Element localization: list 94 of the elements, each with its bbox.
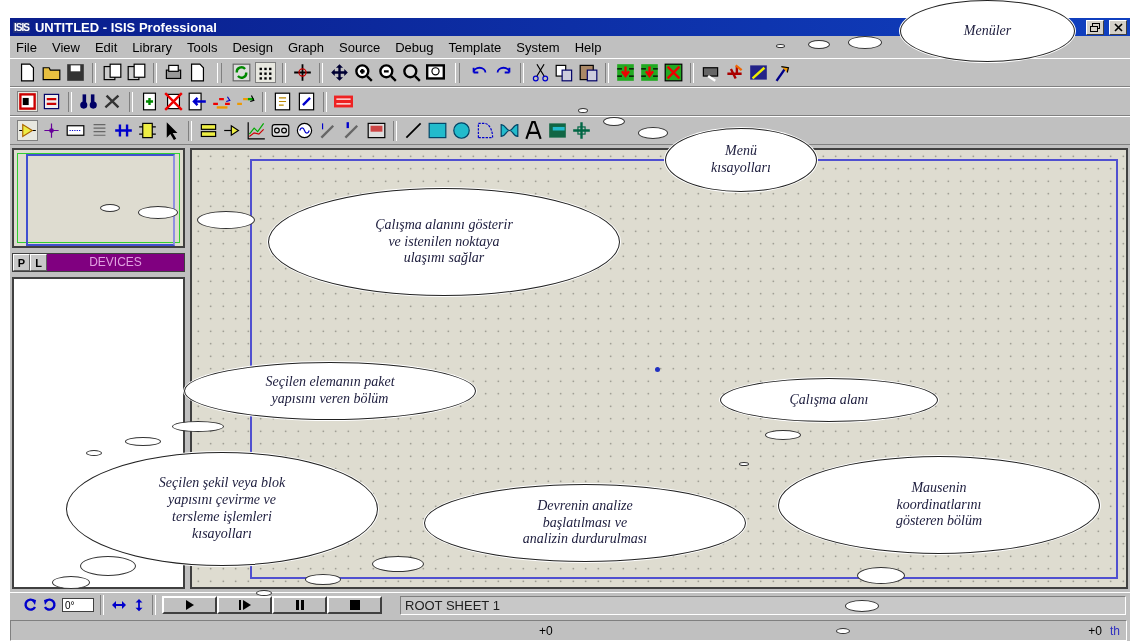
menu-item[interactable]: Debug [395,39,434,55]
y-coordinate: +0 [1088,623,1102,638]
instrument-icon[interactable] [367,121,386,140]
crosshair-icon[interactable] [293,63,312,82]
terminal-icon[interactable] [199,121,218,140]
menu-item[interactable]: System [516,39,560,55]
origin-marker [655,367,660,372]
report-icon[interactable] [297,92,316,111]
symbol-icon[interactable] [548,121,567,140]
menu-item[interactable]: Tools [187,39,218,55]
stop-icon [349,600,360,610]
zoom-area-icon[interactable] [426,63,445,82]
devices-header: DEVICES [47,254,184,271]
thought-bubble-tooltip [578,108,588,113]
grid-icon[interactable] [256,63,275,82]
junction-icon[interactable] [42,121,61,140]
callout-tooltip: Menüler [900,0,1075,62]
restore-button[interactable] [1086,19,1104,35]
menu-item[interactable]: Graph [287,39,325,55]
thought-bubble-tooltip [765,430,801,440]
thought-bubble-tooltip [739,462,749,466]
subcircuit-icon[interactable] [138,121,157,140]
copy-icon[interactable] [555,63,574,82]
angle-field[interactable]: 0° [62,598,94,612]
add-sheet-icon[interactable] [140,92,159,111]
new-page-icon[interactable] [188,63,207,82]
x-coordinate: +0 [539,623,553,638]
window-title: UNTITLED - ISIS Professional [34,19,217,35]
mode-button[interactable]: P [13,254,30,271]
thought-bubble-tooltip [125,437,161,446]
menu-item[interactable]: Design [232,39,273,55]
binoculars-icon[interactable] [79,92,98,111]
thought-bubble-tooltip [836,628,850,634]
tape-icon[interactable] [271,121,290,140]
generator-icon[interactable] [295,121,314,140]
sheet-status: ROOT SHEET 1 [400,595,1126,615]
rotate-icon[interactable] [42,597,58,613]
report-icon[interactable] [273,92,292,111]
menu-item[interactable]: Edit [94,39,118,55]
menu-item[interactable]: Library [132,39,173,55]
close-button[interactable] [1109,19,1127,35]
menu-item[interactable]: File [16,39,37,55]
delete-sheet-icon[interactable] [164,92,183,111]
units-label: th [1110,623,1120,638]
step-icon [238,600,251,610]
scissors-icon[interactable] [531,63,550,82]
thought-bubble-tooltip [172,421,224,432]
document-icon[interactable] [127,63,146,82]
refresh-icon[interactable] [232,63,251,82]
menu-item[interactable]: View [51,39,80,55]
hammer-icon[interactable] [773,63,792,82]
component-mode-icon[interactable] [18,121,37,140]
line-icon[interactable] [404,121,423,140]
tools-icon[interactable] [103,92,122,111]
thought-bubble-tooltip [808,40,830,49]
overview-window[interactable] [12,148,185,248]
play-button[interactable] [162,596,217,614]
printer-icon[interactable] [164,63,183,82]
arc-icon[interactable] [476,121,495,140]
close-icon [1113,22,1123,32]
marker-icon[interactable] [572,121,591,140]
stop-button[interactable] [327,596,382,614]
menu-item[interactable]: Template [448,39,502,55]
text-icon[interactable] [524,121,543,140]
new-page-icon[interactable] [18,63,37,82]
component-icon[interactable] [18,92,37,111]
zoom-icon[interactable] [402,63,421,82]
rotate-icon[interactable] [22,597,38,613]
app-logo: ISIS [13,21,30,33]
save-icon[interactable] [66,63,85,82]
thought-bubble-tooltip [305,574,341,585]
clipboard-icon[interactable] [579,63,598,82]
exit-sheet-icon[interactable] [188,92,207,111]
circle-icon[interactable] [452,121,471,140]
thought-bubble-tooltip [776,44,785,48]
graph-icon[interactable] [247,121,266,140]
path-icon[interactable] [500,121,519,140]
thought-bubble-tooltip [86,450,102,456]
thought-bubble-tooltip [100,204,120,212]
zoom-out-icon[interactable] [378,63,397,82]
box-icon[interactable] [428,121,447,140]
pause-button[interactable] [272,596,327,614]
menu-item[interactable]: Source [339,39,381,55]
step-button[interactable] [217,596,272,614]
document-icon[interactable] [103,63,122,82]
zoom-in-icon[interactable] [354,63,373,82]
menu-item[interactable]: Help [574,39,602,55]
restore-icon [1090,22,1100,32]
play-icon [184,600,195,610]
pause-icon [294,600,305,610]
mode-button[interactable]: L [30,254,47,271]
move-arrows-icon[interactable] [330,63,349,82]
component-icon[interactable] [42,92,61,111]
block-delete-icon[interactable] [664,63,683,82]
